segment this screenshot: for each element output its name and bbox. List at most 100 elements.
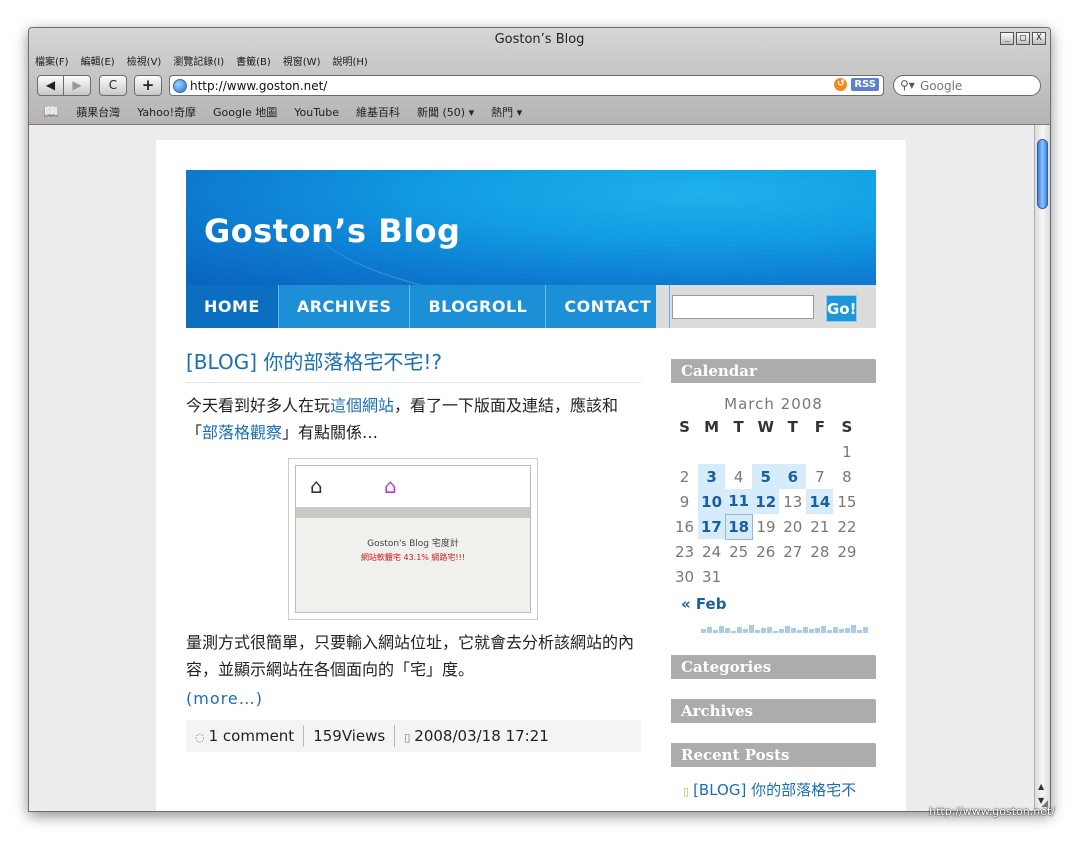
sidebar: Calendar March 2008 SMTWTFS 1 2 3 4 5 6 7 8 9 10 1… (671, 359, 876, 800)
spark-bar (773, 631, 778, 633)
recent-post-link[interactable]: [BLOG] 你的部落格宅不 (693, 781, 856, 799)
spark-bar (779, 629, 784, 633)
nav-archives[interactable]: ARCHIVES (279, 285, 411, 328)
spark-bar (845, 628, 850, 633)
menu-bookmarks[interactable]: 書籤(B) (236, 53, 271, 68)
bookmark-item[interactable]: 蘋果台灣 (76, 104, 120, 120)
spark-bar (863, 627, 868, 633)
menu-help[interactable]: 說明(H) (332, 53, 367, 68)
add-bookmark-button[interactable]: + (134, 75, 162, 96)
menu-history[interactable]: 瀏覽記錄(I) (173, 53, 224, 68)
calendar-week: 30 31 (671, 564, 861, 589)
calendar-day[interactable]: 6 (779, 464, 807, 489)
calendar-day[interactable]: 12 (752, 489, 780, 514)
snapback-icon[interactable]: ↺ (834, 78, 848, 91)
vertical-scrollbar[interactable]: ▲ ▼ (1034, 125, 1050, 811)
maximize-button[interactable]: □ (1016, 32, 1030, 45)
read-more-link[interactable]: (more…) (186, 689, 641, 708)
spark-bar (755, 630, 760, 633)
spark-bar (719, 626, 724, 633)
menu-view[interactable]: 檢視(V) (127, 53, 162, 68)
comments-count[interactable]: 1 comment (209, 727, 295, 745)
rss-button[interactable]: RSS (851, 78, 879, 91)
post-paragraph: 今天看到好多人在玩這個網站，看了一下版面及連結，應該和「部落格觀察」有點關係… (186, 392, 641, 446)
thumb-result: 網站軟體宅 43.1% 網路宅!!! (360, 553, 466, 562)
bookmark-item[interactable]: 新聞 (50) ▾ (417, 104, 474, 120)
calendar-empty (833, 564, 860, 589)
spark-bar (737, 627, 742, 633)
window-title: Goston’s Blog (494, 32, 585, 47)
thumb-bar (296, 508, 530, 518)
blog-observe-link[interactable]: 部落格觀察 (202, 423, 282, 442)
text: 今天看到好多人在玩 (186, 396, 331, 415)
calendar-day: 22 (837, 517, 857, 536)
page-viewport: Goston’s Blog HOME ARCHIVES BLOGROLL CON… (29, 125, 1035, 811)
site-search-input[interactable] (672, 295, 814, 319)
blog-header: Goston’s Blog (186, 170, 876, 286)
bookmark-item[interactable]: 維基百科 (356, 104, 400, 120)
scroll-up-icon[interactable]: ▲ (1038, 782, 1044, 791)
calendar-day[interactable]: 5 (752, 464, 780, 489)
calendar-week: 2345678 (671, 464, 861, 489)
bookmark-item[interactable]: YouTube (294, 106, 339, 119)
search-placeholder: Google (920, 79, 963, 93)
nav-contact[interactable]: CONTACT (546, 285, 671, 328)
globe-icon (173, 79, 187, 93)
book-icon[interactable]: 📖 (43, 105, 59, 120)
calendar-day[interactable]: 3 (698, 464, 726, 489)
calendar-empty (779, 564, 806, 589)
calendar-day: 4 (733, 467, 744, 486)
site-link[interactable]: 這個網站 (330, 396, 394, 415)
nav-blogroll[interactable]: BLOGROLL (410, 285, 547, 328)
bookmark-item[interactable]: Google 地圖 (213, 104, 277, 120)
scroll-thumb[interactable] (1037, 139, 1048, 209)
spark-bar (785, 626, 790, 633)
calendar-empty (752, 439, 779, 464)
nav-home[interactable]: HOME (186, 285, 279, 328)
calendar-day: 2 (679, 467, 690, 486)
calendar-day: 7 (815, 467, 825, 486)
bookmark-item[interactable]: 熱門 ▾ (491, 104, 522, 120)
back-button[interactable]: ◀ (37, 75, 64, 96)
search-field[interactable]: ⚲▾ Google (893, 75, 1041, 96)
calendar-week: 9 10 11 12 13 14 15 (671, 489, 861, 514)
blog-post: [BLOG] 你的部落格宅不宅!? 今天看到好多人在玩這個網站，看了一下版面及連… (186, 346, 641, 752)
archives-widget-title[interactable]: Archives (671, 699, 876, 723)
calendar-day[interactable]: 17 (698, 514, 726, 539)
date-cell: ▯ 2008/03/18 17:21 (395, 725, 558, 747)
recent-post-item[interactable]: ▯ [BLOG] 你的部落格宅不 (671, 779, 876, 800)
calendar-day[interactable]: 11 (725, 489, 753, 514)
history-nav: ◀ ▶ (37, 75, 91, 96)
post-title[interactable]: [BLOG] 你的部落格宅不宅!? (186, 346, 641, 383)
calendar-day: 13 (783, 492, 803, 511)
prev-month-link[interactable]: « Feb (671, 595, 876, 613)
url-text[interactable]: http://www.goston.net/ (190, 79, 327, 93)
site-search: Go! (672, 295, 857, 322)
calendar-day[interactable]: 14 (806, 489, 834, 514)
menu-window[interactable]: 視窗(W) (283, 53, 321, 68)
menu-file[interactable]: 檔案(F) (35, 53, 69, 68)
search-icon: ⚲▾ (900, 78, 915, 92)
address-bar[interactable]: http://www.goston.net/ ↺ RSS (169, 75, 884, 96)
comments-cell[interactable]: ◌ 1 comment (186, 725, 305, 747)
calendar-day[interactable]: 18 (724, 513, 753, 540)
blog-title[interactable]: Goston’s Blog (204, 212, 460, 250)
calendar-day: 25 (729, 542, 749, 561)
bookmark-item[interactable]: Yahoo!奇摩 (137, 104, 196, 120)
calendar-day[interactable]: 10 (698, 489, 726, 514)
weekday-row: SMTWTFS (671, 415, 861, 439)
spark-bar (821, 626, 826, 633)
go-button[interactable]: Go! (826, 295, 857, 322)
menu-edit[interactable]: 編輯(E) (81, 53, 115, 68)
close-button[interactable]: X (1032, 32, 1046, 45)
weekday-label: M (704, 418, 720, 436)
minimize-button[interactable]: _ (1000, 32, 1014, 45)
calendar-empty (752, 564, 779, 589)
toolbar: ◀ ▶ C + http://www.goston.net/ ↺ RSS ⚲▾ … (37, 75, 1042, 97)
reload-button[interactable]: C (99, 75, 127, 96)
forward-button[interactable]: ▶ (64, 75, 91, 96)
post-image[interactable]: ⌂ ⌂ Goston's Blog 宅度計 網站軟體宅 43.1% 網路宅!!! (288, 458, 538, 620)
categories-widget-title[interactable]: Categories (671, 655, 876, 679)
spark-bar (833, 627, 838, 633)
calendar-widget-title: Calendar (671, 359, 876, 383)
